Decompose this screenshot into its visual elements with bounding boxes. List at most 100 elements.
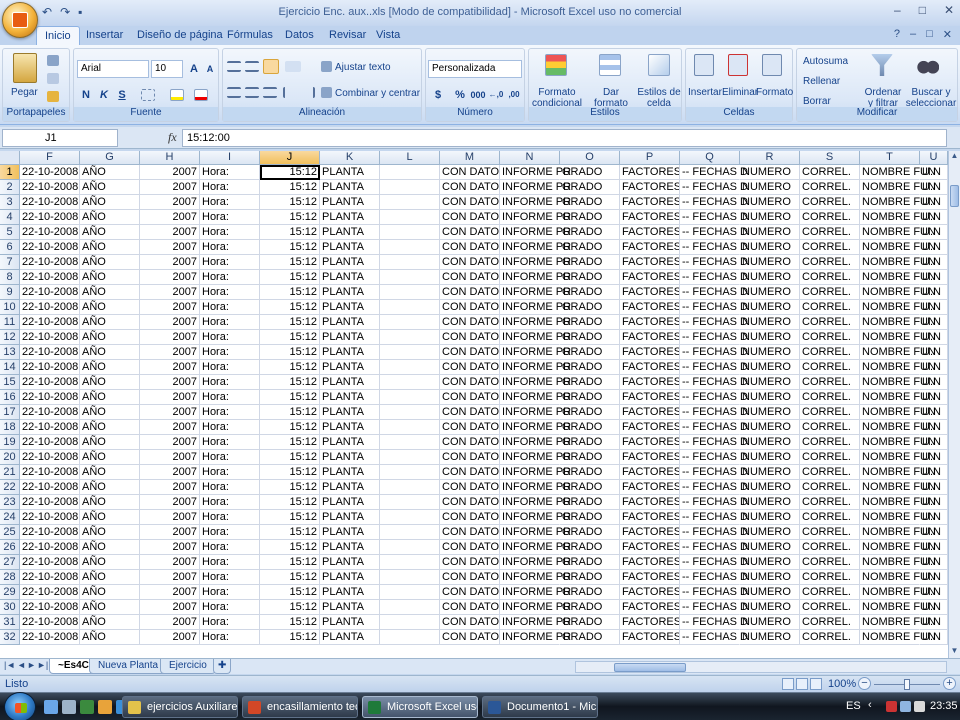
- format-cells-button[interactable]: Formato: [756, 87, 793, 98]
- row-header[interactable]: 12: [0, 330, 20, 345]
- cell[interactable]: [380, 555, 440, 570]
- row-header[interactable]: 26: [0, 540, 20, 555]
- clear-button[interactable]: Borrar: [803, 96, 831, 107]
- scroll-down-icon[interactable]: ▼: [949, 646, 960, 658]
- cell[interactable]: FACTORES: [620, 630, 680, 645]
- fill-button[interactable]: Rellenar: [803, 76, 840, 87]
- column-header-l[interactable]: L: [380, 151, 440, 165]
- row-header[interactable]: 31: [0, 615, 20, 630]
- cell[interactable]: Hora:: [200, 465, 260, 480]
- cell[interactable]: Hora:: [200, 630, 260, 645]
- cell[interactable]: Hora:: [200, 600, 260, 615]
- cell[interactable]: CORREL.: [800, 210, 860, 225]
- cell[interactable]: -- FECHAS D: [680, 360, 748, 375]
- cell[interactable]: PLANTA: [320, 600, 380, 615]
- cell[interactable]: 22-10-2008: [20, 270, 80, 285]
- cell[interactable]: CORREL.: [800, 465, 860, 480]
- cell[interactable]: -- FECHAS D: [680, 225, 748, 240]
- cell[interactable]: 15:12: [260, 600, 320, 615]
- cell[interactable]: 2007: [140, 450, 200, 465]
- insert-cells-button[interactable]: Insertar: [688, 87, 722, 98]
- cell[interactable]: 22-10-2008: [20, 195, 80, 210]
- column-header-h[interactable]: H: [140, 151, 200, 165]
- cell[interactable]: -- FECHAS D: [680, 345, 748, 360]
- cell[interactable]: -- FECHAS D: [680, 330, 748, 345]
- cell[interactable]: NOMBRE FUN: [860, 195, 936, 210]
- cell[interactable]: -- FECHAS D: [680, 255, 748, 270]
- row-header[interactable]: 13: [0, 345, 20, 360]
- cell[interactable]: PLANTA: [320, 255, 380, 270]
- cell[interactable]: 15:12: [260, 540, 320, 555]
- cell[interactable]: Hora:: [200, 225, 260, 240]
- cell[interactable]: -- FECHAS D: [680, 585, 748, 600]
- cell[interactable]: CON DATOS: [440, 330, 500, 345]
- cell[interactable]: 15:12: [260, 585, 320, 600]
- cell[interactable]: AÑO: [80, 450, 140, 465]
- cell[interactable]: [380, 255, 440, 270]
- maximize-button[interactable]: □: [919, 3, 926, 17]
- cell[interactable]: 2007: [140, 540, 200, 555]
- cell[interactable]: INFORME PR: [500, 330, 571, 345]
- cell[interactable]: [380, 510, 440, 525]
- font-color-icon[interactable]: [194, 89, 208, 101]
- row-header[interactable]: 6: [0, 240, 20, 255]
- cell[interactable]: -- FECHAS D: [680, 570, 748, 585]
- cell[interactable]: Hora:: [200, 315, 260, 330]
- row-header[interactable]: 5: [0, 225, 20, 240]
- cell[interactable]: Hora:: [200, 255, 260, 270]
- cell[interactable]: 22-10-2008: [20, 345, 80, 360]
- cell[interactable]: NOMBRE FUN: [860, 615, 936, 630]
- cell[interactable]: Hora:: [200, 180, 260, 195]
- cell[interactable]: [380, 300, 440, 315]
- start-button[interactable]: [4, 692, 36, 720]
- decrease-indent-icon[interactable]: [283, 87, 297, 98]
- cell[interactable]: INFORME PR: [500, 255, 571, 270]
- row-header[interactable]: 14: [0, 360, 20, 375]
- column-header-i[interactable]: I: [200, 151, 260, 165]
- folder-icon[interactable]: [98, 700, 112, 714]
- delete-cells-button[interactable]: Eliminar: [722, 87, 758, 98]
- cell[interactable]: 15:12: [260, 480, 320, 495]
- cell[interactable]: CORREL.: [800, 435, 860, 450]
- cell[interactable]: INFORME PR: [500, 405, 571, 420]
- cell[interactable]: AÑO: [80, 525, 140, 540]
- cell[interactable]: INFORME PR: [500, 600, 571, 615]
- cell[interactable]: NOMBRE FUN: [860, 555, 936, 570]
- cell[interactable]: NOMBRE FUN: [860, 630, 936, 645]
- row-header[interactable]: 11: [0, 315, 20, 330]
- select-all-button[interactable]: [0, 151, 20, 165]
- cell[interactable]: NOMBRE FUN: [860, 465, 936, 480]
- cell[interactable]: PLANTA: [320, 165, 380, 180]
- cell[interactable]: AÑO: [80, 510, 140, 525]
- cell[interactable]: NOMBRE FUN: [860, 540, 936, 555]
- cell[interactable]: 2007: [140, 525, 200, 540]
- cell[interactable]: 2007: [140, 615, 200, 630]
- prev-sheet-icon[interactable]: ◄: [17, 660, 26, 670]
- cell[interactable]: 15:12: [260, 570, 320, 585]
- cell[interactable]: CON DATOS: [440, 225, 500, 240]
- cell[interactable]: [380, 630, 440, 645]
- cell[interactable]: NOMBRE FUN: [860, 525, 936, 540]
- column-header-k[interactable]: K: [320, 151, 380, 165]
- cell[interactable]: CON DATOS: [440, 240, 500, 255]
- tab-datos[interactable]: Datos: [285, 29, 314, 41]
- cell[interactable]: NOMBRE FUN: [860, 270, 936, 285]
- cell[interactable]: 2007: [140, 210, 200, 225]
- cell[interactable]: 2007: [140, 420, 200, 435]
- cell[interactable]: FACTORES: [620, 345, 680, 360]
- cell[interactable]: 2007: [140, 300, 200, 315]
- cell[interactable]: NOMBRE FUN: [860, 570, 936, 585]
- cell[interactable]: AÑO: [80, 285, 140, 300]
- cell[interactable]: CON DATOS: [440, 390, 500, 405]
- row-header[interactable]: 20: [0, 450, 20, 465]
- cell[interactable]: CON DATOS: [440, 285, 500, 300]
- cell[interactable]: CON DATOS: [440, 450, 500, 465]
- cell[interactable]: CORREL.: [800, 585, 860, 600]
- row-header[interactable]: 18: [0, 420, 20, 435]
- cell[interactable]: CORREL.: [800, 240, 860, 255]
- cell[interactable]: FACTORES: [620, 270, 680, 285]
- cell[interactable]: CORREL.: [800, 540, 860, 555]
- cell[interactable]: NUMERO: [740, 180, 800, 195]
- cell[interactable]: CORREL.: [800, 255, 860, 270]
- thousands-button[interactable]: 000: [469, 86, 487, 104]
